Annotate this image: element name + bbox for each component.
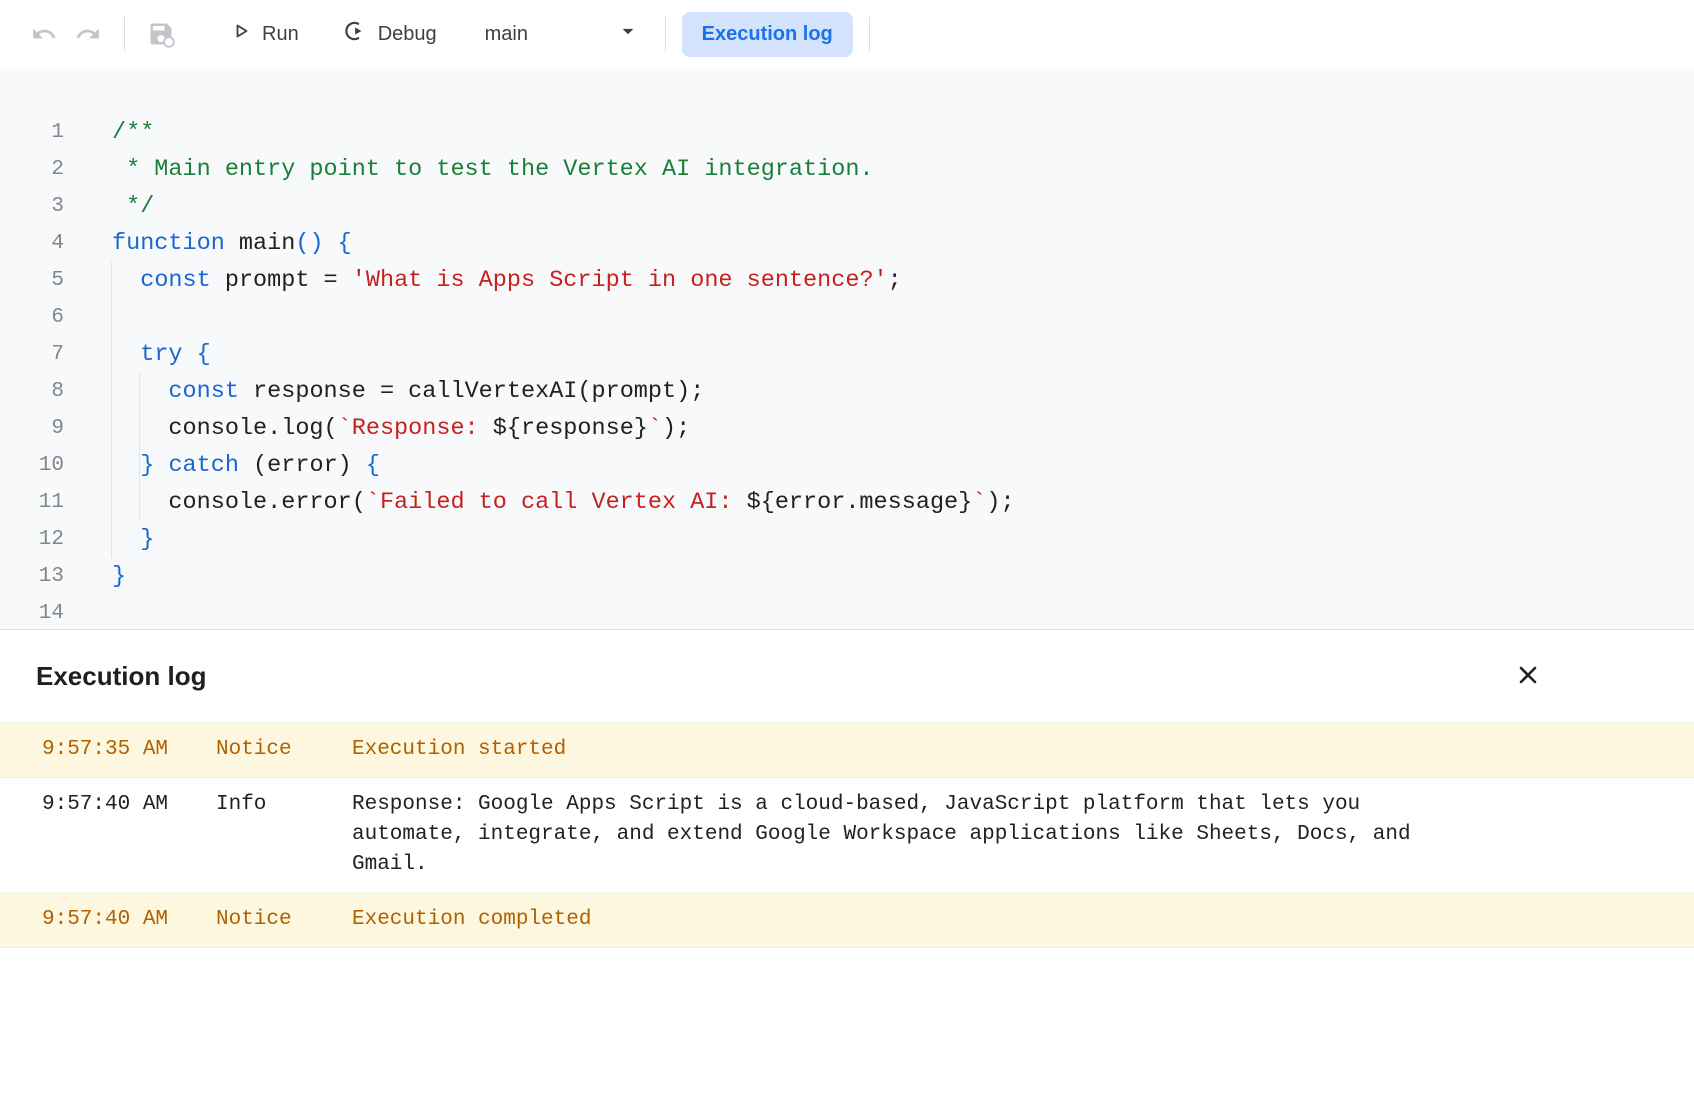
code-line[interactable]: 10 } catch (error) { xyxy=(0,447,1694,484)
code-text[interactable]: console.error(`Failed to call Vertex AI:… xyxy=(64,484,1015,521)
code-line[interactable]: 9 console.log(`Response: ${response}`); xyxy=(0,410,1694,447)
line-number[interactable]: 8 xyxy=(0,373,64,410)
close-log-button[interactable] xyxy=(1510,658,1546,694)
debug-label: Debug xyxy=(378,23,437,46)
function-selector-dropdown[interactable]: main xyxy=(471,12,649,56)
code-line[interactable]: 4function main() { xyxy=(0,225,1694,262)
redo-icon xyxy=(75,21,101,47)
run-icon xyxy=(229,19,253,49)
line-number[interactable]: 6 xyxy=(0,299,64,336)
line-number[interactable]: 14 xyxy=(0,595,64,629)
debug-icon xyxy=(343,18,369,50)
code-text[interactable]: * Main entry point to test the Vertex AI… xyxy=(64,151,874,188)
log-level: Info xyxy=(216,790,352,820)
close-icon xyxy=(1514,661,1542,692)
code-line[interactable]: 14 xyxy=(0,595,1694,629)
execution-log-title: Execution log xyxy=(36,661,206,692)
code-text[interactable]: } xyxy=(64,558,126,595)
code-line[interactable]: 1/** xyxy=(0,114,1694,151)
chevron-down-icon xyxy=(615,18,641,50)
log-message: Execution completed xyxy=(352,905,1474,935)
line-number[interactable]: 9 xyxy=(0,410,64,447)
code-text[interactable]: const prompt = 'What is Apps Script in o… xyxy=(64,262,902,299)
code-line[interactable]: 13} xyxy=(0,558,1694,595)
run-label: Run xyxy=(262,23,299,46)
code-line[interactable]: 2 * Main entry point to test the Vertex … xyxy=(0,151,1694,188)
log-time: 9:57:40 AM xyxy=(0,905,216,935)
log-time: 9:57:40 AM xyxy=(0,790,216,820)
execution-log-panel: Execution log 9:57:35 AMNoticeExecution … xyxy=(0,629,1694,1098)
execution-log-header: Execution log xyxy=(0,630,1694,722)
line-number[interactable]: 4 xyxy=(0,225,64,262)
code-line[interactable]: 3 */ xyxy=(0,188,1694,225)
log-entry: 9:57:35 AMNoticeExecution started xyxy=(0,723,1694,778)
code-lines: 1/**2 * Main entry point to test the Ver… xyxy=(0,114,1694,629)
line-number[interactable]: 3 xyxy=(0,188,64,225)
code-text[interactable] xyxy=(64,299,112,336)
execution-log-toggle-button[interactable]: Execution log xyxy=(682,12,853,57)
toolbar-divider xyxy=(869,17,870,51)
code-text[interactable]: function main() { xyxy=(64,225,352,262)
log-level: Notice xyxy=(216,735,352,765)
save-icon xyxy=(147,20,175,48)
line-number[interactable]: 11 xyxy=(0,484,64,521)
code-text[interactable]: /** xyxy=(64,114,154,151)
undo-icon xyxy=(31,21,57,47)
line-number[interactable]: 5 xyxy=(0,262,64,299)
redo-button[interactable] xyxy=(66,12,110,56)
undo-button[interactable] xyxy=(22,12,66,56)
code-text[interactable]: try { xyxy=(64,336,211,373)
function-selector-value: main xyxy=(485,23,528,46)
code-editor[interactable]: 1/**2 * Main entry point to test the Ver… xyxy=(0,68,1694,629)
log-entries: 9:57:35 AMNoticeExecution started9:57:40… xyxy=(0,722,1694,948)
code-line[interactable]: 8 const response = callVertexAI(prompt); xyxy=(0,373,1694,410)
save-project-button[interactable] xyxy=(139,12,183,56)
indent-guide xyxy=(111,262,112,558)
toolbar: Run Debug main Execution log xyxy=(0,0,1694,68)
code-text[interactable]: const response = callVertexAI(prompt); xyxy=(64,373,704,410)
log-message: Response: Google Apps Script is a cloud-… xyxy=(352,790,1474,880)
line-number[interactable]: 10 xyxy=(0,447,64,484)
indent-guide xyxy=(139,373,140,521)
log-message: Execution started xyxy=(352,735,1474,765)
code-text[interactable]: console.log(`Response: ${response}`); xyxy=(64,410,690,447)
code-line[interactable]: 11 console.error(`Failed to call Vertex … xyxy=(0,484,1694,521)
log-entry: 9:57:40 AMNoticeExecution completed xyxy=(0,893,1694,948)
run-button[interactable]: Run xyxy=(219,13,309,55)
log-entry: 9:57:40 AMInfoResponse: Google Apps Scri… xyxy=(0,778,1694,893)
toolbar-divider xyxy=(124,17,125,51)
line-number[interactable]: 1 xyxy=(0,114,64,151)
code-text[interactable]: */ xyxy=(64,188,154,225)
code-line[interactable]: 6 xyxy=(0,299,1694,336)
log-time: 9:57:35 AM xyxy=(0,735,216,765)
line-number[interactable]: 13 xyxy=(0,558,64,595)
line-number[interactable]: 7 xyxy=(0,336,64,373)
debug-button[interactable]: Debug xyxy=(333,12,447,56)
toolbar-divider xyxy=(665,17,666,51)
line-number[interactable]: 12 xyxy=(0,521,64,558)
apps-script-editor: Run Debug main Execution log 1/**2 * Mai… xyxy=(0,0,1694,1098)
code-text[interactable] xyxy=(64,595,112,629)
line-number[interactable]: 2 xyxy=(0,151,64,188)
code-text[interactable]: } xyxy=(64,521,154,558)
code-line[interactable]: 12 } xyxy=(0,521,1694,558)
log-level: Notice xyxy=(216,905,352,935)
code-line[interactable]: 5 const prompt = 'What is Apps Script in… xyxy=(0,262,1694,299)
code-line[interactable]: 7 try { xyxy=(0,336,1694,373)
